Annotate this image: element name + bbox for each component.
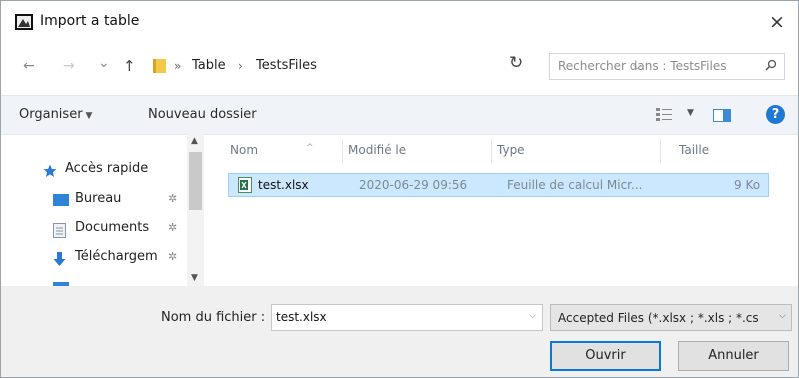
breadcrumb-overflow[interactable]: » <box>174 59 181 73</box>
organize-label: Organiser <box>19 107 83 122</box>
close-button[interactable]: × <box>764 9 790 35</box>
breadcrumb-separator: › <box>238 59 243 73</box>
file-modified: 2020-06-29 09:56 <box>359 178 468 192</box>
documents-icon <box>53 223 66 238</box>
pin-icon: ✲ <box>168 250 178 263</box>
file-type-filter-select[interactable]: Accepted Files (*.xlsx ; *.xls ; *.cs ⌵ <box>550 304 792 331</box>
breadcrumb-table[interactable]: Table <box>192 58 226 73</box>
sidebar-item-label: Téléchargem <box>75 249 158 264</box>
chevron-down-icon: ⌵ <box>779 311 786 321</box>
up-button[interactable]: ↑ <box>123 57 136 75</box>
cancel-button[interactable]: Annuler <box>678 341 789 371</box>
sort-chevron-icon: ^ <box>306 143 314 153</box>
refresh-icon[interactable]: ↻ <box>509 53 523 73</box>
preview-pane-icon[interactable] <box>713 109 731 122</box>
file-type-filter-value: Accepted Files (*.xlsx ; *.xls ; *.cs <box>558 311 759 325</box>
column-divider[interactable] <box>660 139 661 163</box>
command-toolbar: Organiser ▼ Nouveau dossier ▼ ? <box>1 95 798 135</box>
title-bar: Import a table × <box>1 1 798 43</box>
column-header-name[interactable]: Nom ^ <box>230 143 314 157</box>
download-icon <box>53 252 66 266</box>
file-name: test.xlsx <box>258 178 309 192</box>
file-row[interactable]: test.xlsx 2020-06-29 09:56 Feuille de ca… <box>228 173 769 197</box>
address-bar: ← → ⌄ ↑ » Table › TestsFiles ⌵ ↻ <box>1 50 798 84</box>
new-folder-button[interactable]: Nouveau dossier <box>148 107 257 122</box>
chevron-down-icon: ▼ <box>85 111 93 121</box>
help-icon[interactable]: ? <box>766 105 785 124</box>
scrollbar-thumb[interactable] <box>189 152 202 210</box>
search-input[interactable] <box>558 59 753 73</box>
scroll-down-icon[interactable]: ▼ <box>191 273 198 283</box>
back-button[interactable]: ← <box>23 58 35 74</box>
search-box <box>549 53 785 80</box>
navigation-pane: Accès rapide Bureau ✲ Documents ✲ Téléch… <box>1 134 206 286</box>
column-header-size[interactable]: Taille <box>679 143 709 157</box>
scroll-up-icon[interactable]: ▲ <box>191 136 198 146</box>
sidebar-item-label: Accès rapide <box>65 161 149 176</box>
forward-button[interactable]: → <box>63 58 75 74</box>
column-header-label: Nom <box>230 143 259 157</box>
app-icon <box>15 14 33 30</box>
address-field[interactable]: » Table › TestsFiles ⌵ <box>146 52 641 80</box>
pin-icon: ✲ <box>168 192 178 205</box>
filename-label: Nom du fichier : <box>161 310 266 325</box>
dialog-footer: Nom du fichier : ⌵ Accepted Files (*.xls… <box>1 286 798 377</box>
star-icon <box>43 164 57 177</box>
open-button[interactable]: Ouvrir <box>550 341 661 371</box>
filename-combobox: ⌵ <box>271 304 543 331</box>
filename-input[interactable] <box>276 310 516 324</box>
column-header-type[interactable]: Type <box>497 143 525 157</box>
navigation-scrollbar[interactable]: ▲ ▼ <box>187 134 204 286</box>
recent-locations-button[interactable]: ⌄ <box>98 55 110 71</box>
folder-icon <box>153 59 166 73</box>
pin-icon: ✲ <box>168 221 178 234</box>
view-options-chevron-icon[interactable]: ▼ <box>687 108 694 118</box>
desktop-icon <box>53 194 69 206</box>
excel-file-icon <box>238 177 252 193</box>
view-options-icon[interactable] <box>656 108 672 122</box>
sidebar-item-label: Documents <box>75 220 150 235</box>
search-icon[interactable] <box>765 59 777 71</box>
window-title: Import a table <box>40 13 140 29</box>
sidebar-item-label: Bureau <box>75 191 122 206</box>
organize-button[interactable]: Organiser ▼ <box>19 107 92 122</box>
filename-chevron-down-icon[interactable]: ⌵ <box>529 311 536 321</box>
column-header-modified[interactable]: Modifié le <box>348 143 406 157</box>
file-size: 9 Ko <box>734 178 761 192</box>
import-dialog: Import a table × ← → ⌄ ↑ » Table › Tests… <box>0 0 799 378</box>
breadcrumb-testsfiles[interactable]: TestsFiles <box>256 58 317 73</box>
column-divider[interactable] <box>491 139 492 163</box>
column-divider[interactable] <box>342 139 343 163</box>
file-type: Feuille de calcul Micr... <box>507 178 643 192</box>
file-list: Nom ^ Modifié le Type Taille test.xlsx 2… <box>212 134 798 286</box>
